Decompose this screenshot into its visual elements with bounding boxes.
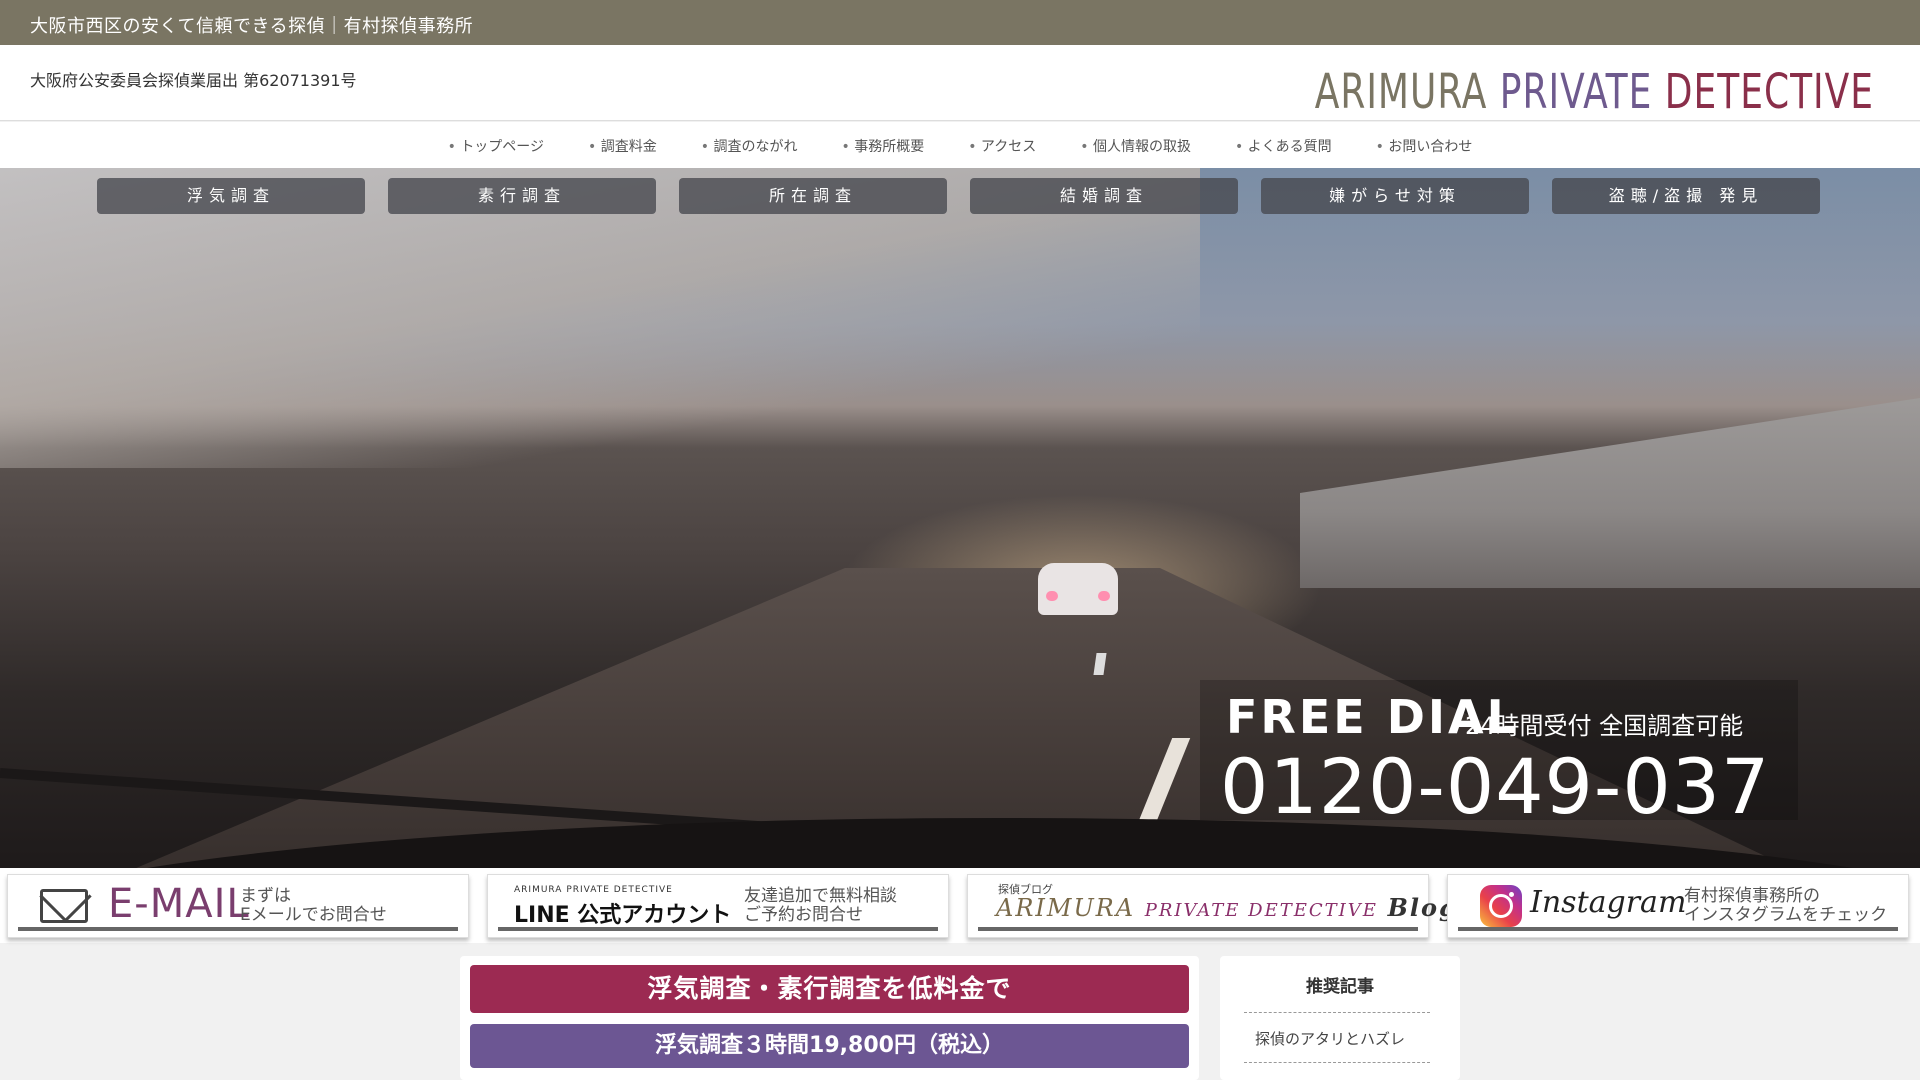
blog-banner-title: ARIMURA PRIVATE DETECTIVE Blog [996,893,1458,922]
hero-guardrail [1300,398,1920,588]
site-logo[interactable]: ARIMURA PRIVATE DETECTIVE [1315,65,1874,120]
email-banner-desc: まずは Eメールでお問合せ [240,887,387,925]
line-desc-line2: ご予約お問合せ [744,905,863,925]
line-banner-title: LINE 公式アカウント [514,903,732,928]
instagram-banner[interactable]: Instagram 有村探偵事務所の インスタグラムをチェック [1447,874,1909,938]
blog-title-private-detective: PRIVATE DETECTIVE [1144,900,1378,921]
logo-word-private: PRIVATE [1499,65,1653,121]
nav-item-contact[interactable]: お問い合わせ [1354,136,1495,156]
instagram-banner-desc: 有村探偵事務所の インスタグラムをチェック [1684,887,1887,925]
banner-underline [1458,927,1898,931]
envelope-icon [40,889,88,923]
nav-item-flow[interactable]: 調査のながれ [679,136,820,156]
site-title: 大阪市西区の安くて信頼できる探偵｜有村探偵事務所 [30,16,474,37]
promo-heading-low-price: 浮気調査・素行調査を低料金で [470,965,1189,1013]
category-location[interactable]: 所在調査 [679,178,947,214]
line-banner-small: ARIMURA PRIVATE DETECTIVE [514,885,673,895]
hero-image: FREE DIAL 24時間受付 全国調査可能 0120-049-037 [0,168,1920,868]
instagram-desc-line2: インスタグラムをチェック [1684,905,1888,925]
nav-item-privacy[interactable]: 個人情報の取扱 [1058,136,1213,156]
blog-banner[interactable]: 探偵ブログ ARIMURA PRIVATE DETECTIVE Blog [967,874,1456,938]
sidebar-divider [1244,1062,1430,1063]
logo-word-arimura: ARIMURA [1314,65,1488,121]
header: 大阪府公安委員会探偵業届出 第62071391号 ARIMURA PRIVATE… [0,45,1920,121]
email-desc-line1: まずは [240,886,291,906]
instagram-banner-title: Instagram [1530,885,1687,920]
category-harassment[interactable]: 嫌がらせ対策 [1261,178,1529,214]
category-bug-detection[interactable]: 盗聴/盗撮 発見 [1552,178,1820,214]
logo-word-detective: DETECTIVE [1664,65,1874,121]
main-nav: トップページ 調査料金 調査のながれ 事務所概要 アクセス 個人情報の取扱 よく… [0,122,1920,168]
line-banner-desc: 友達追加で無料相談 ご予約お問合せ [744,887,897,925]
nav-item-pricing[interactable]: 調査料金 [566,136,679,156]
line-banner[interactable]: ARIMURA PRIVATE DETECTIVE LINE 公式アカウント 友… [487,874,949,938]
banner-strip: E-MAIL まずは Eメールでお問合せ ARIMURA PRIVATE DET… [0,868,1920,943]
banner-underline [498,927,938,931]
sidebar-divider [1244,1012,1430,1013]
banner-underline [978,927,1418,931]
instagram-desc-line1: 有村探偵事務所の [1684,886,1820,906]
free-dial-box[interactable]: FREE DIAL 24時間受付 全国調査可能 0120-049-037 [1200,680,1798,831]
instagram-icon [1480,885,1522,927]
sidebar-article-link[interactable]: 探偵のアタリとハズレ [1255,1028,1405,1049]
banner-underline [18,927,458,931]
category-marriage[interactable]: 結婚調査 [970,178,1238,214]
blog-title-arimura: ARIMURA [996,894,1136,922]
line-desc-line1: 友達追加で無料相談 [744,886,897,906]
category-affair[interactable]: 浮気調査 [97,178,365,214]
email-banner[interactable]: E-MAIL まずは Eメールでお問合せ [7,874,469,938]
sidebar-recommended: 推奨記事 探偵のアタリとハズレ [1220,956,1460,1080]
nav-item-access[interactable]: アクセス [946,136,1058,156]
promo-heading-price: 浮気調査３時間19,800円（税込） [470,1024,1189,1068]
category-buttons: 浮気調査 素行調査 所在調査 結婚調査 嫌がらせ対策 盗聴/盗撮 発見 [97,178,1823,214]
category-behavior[interactable]: 素行調査 [388,178,656,214]
nav-item-about[interactable]: 事務所概要 [819,136,946,156]
license-number: 大阪府公安委員会探偵業届出 第62071391号 [30,71,357,90]
sidebar-title: 推奨記事 [1306,977,1374,997]
site-title-bar: 大阪市西区の安くて信頼できる探偵｜有村探偵事務所 [0,0,1920,45]
hero-car [1038,563,1118,615]
main-content-card: 浮気調査・素行調査を低料金で 浮気調査３時間19,800円（税込） [460,956,1199,1080]
email-desc-line2: Eメールでお問合せ [240,905,387,925]
free-dial-subtext: 24時間受付 全国調査可能 [1465,712,1744,740]
nav-item-faq[interactable]: よくある質問 [1213,136,1354,156]
nav-item-top[interactable]: トップページ [426,136,566,156]
email-banner-title: E-MAIL [108,881,250,927]
free-dial-phone[interactable]: 0120-049-037 [1220,742,1770,831]
